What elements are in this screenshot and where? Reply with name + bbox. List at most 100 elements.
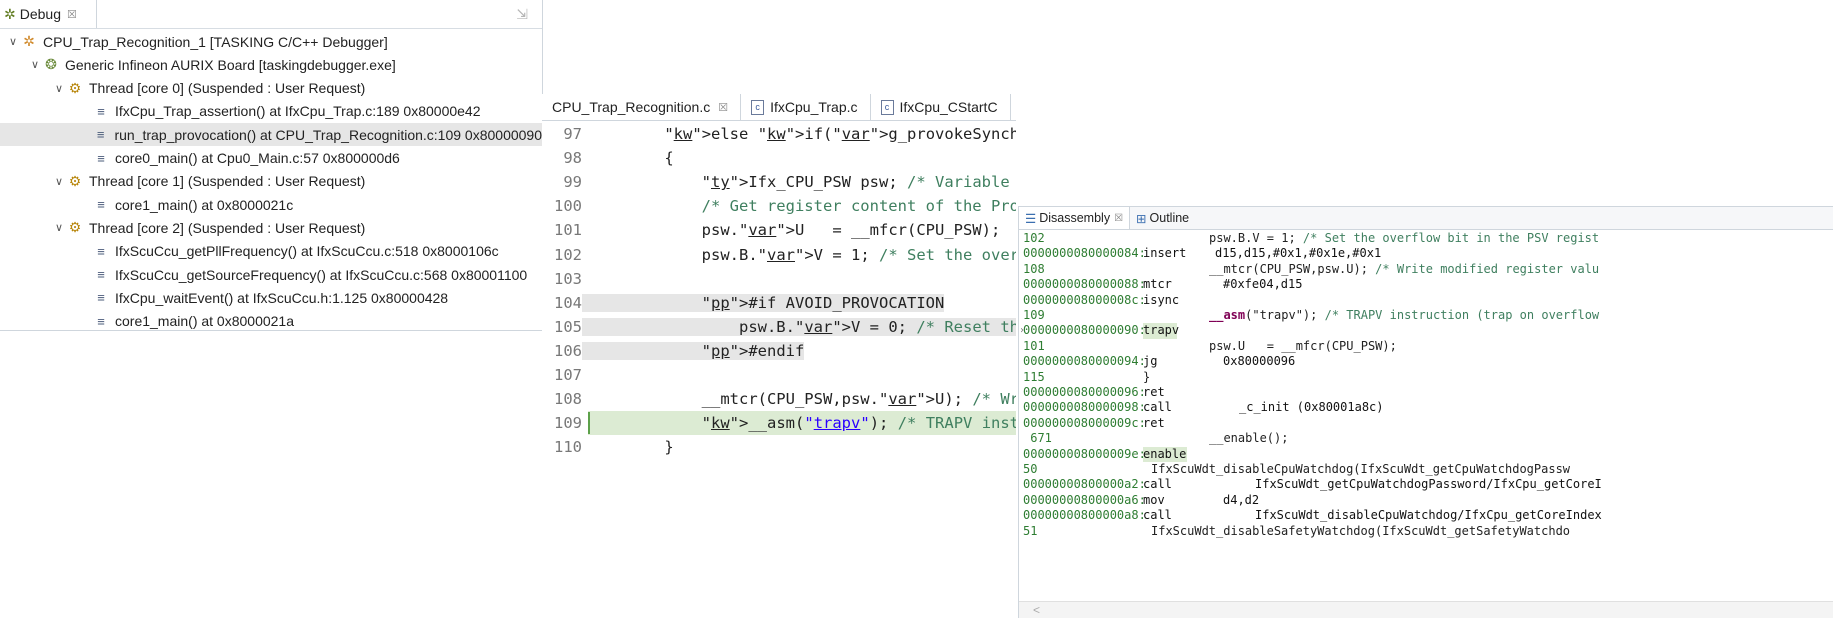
instruction-line[interactable]: 0000000080000094: jg 0x80000096 <box>1019 354 1833 369</box>
close-icon[interactable]: ☒ <box>67 8 77 21</box>
editor-tab[interactable]: c IfxCpu_CStartC <box>871 94 1011 120</box>
source-line[interactable]: 101 psw.U = __mfcr(CPU_PSW); <box>1019 339 1833 354</box>
tree-stack-frame[interactable]: ≡ IfxCpu_Trap_assertion() at IfxCpu_Trap.… <box>0 100 542 123</box>
expand-chevron-icon[interactable]: ∨ <box>52 221 66 234</box>
tree-stack-frame-label: core0_main() at Cpu0_Main.c:57 0x800000d… <box>115 150 400 166</box>
instruction-address: 0000000080000084: <box>1023 246 1146 261</box>
tree-thread[interactable]: ∨ ⚙ Thread [core 2] (Suspended : User Requ… <box>0 216 542 239</box>
tree-stack-frame-label: IfxCpu_waitEvent() at IfxScuCcu.h:1.125 … <box>115 289 449 306</box>
debug-tabbar: ✲ Debug ☒ ⇲ <box>0 0 542 29</box>
instruction-mnemonic: ret <box>1143 385 1165 399</box>
thread-icon: ⚙ <box>68 79 82 96</box>
source-line[interactable]: 671 __enable(); <box>1019 431 1833 446</box>
debug-tab-label: Debug <box>19 6 61 22</box>
source-line[interactable]: 102 psw.B.V = 1; /* Set the overflow bit … <box>1019 231 1833 246</box>
tree-stack-frame[interactable]: ≡ IfxScuCcu_getPllFrequency() at IfxScuCc… <box>0 240 542 263</box>
source-line[interactable]: 108 __mtcr(CPU_PSW,psw.U); /* Write modif… <box>1019 262 1833 277</box>
instruction-line[interactable]: 00000000800000a6: mov d4,d2 <box>1019 493 1833 508</box>
code-text: "ty">Ifx_CPU_PSW psw; /* Variable of the… <box>701 173 1010 192</box>
code-text: "pp">#if AVOID_PROVOCATION <box>582 293 945 312</box>
code-text: psw.B."var">V = 1; /* Set the overflow b… <box>627 245 1016 264</box>
instruction-mnemonic: trapv <box>1143 323 1180 338</box>
instruction-line[interactable]: 000000008000008c: isync <box>1019 293 1833 308</box>
instruction-line[interactable]: 000000008000009c: ret <box>1019 416 1833 431</box>
expand-chevron-icon[interactable]: ∨ <box>52 175 66 188</box>
scroll-left-icon[interactable]: < <box>1033 603 1040 617</box>
expand-chevron-icon[interactable]: ∨ <box>6 35 20 48</box>
instruction-line[interactable]: 00000000800000a8: call IfxScuWdt_disableCp… <box>1019 508 1833 523</box>
line-number: 110 <box>554 438 582 457</box>
source-line-number: 671 <box>1023 431 1052 446</box>
instruction-line[interactable]: 00000000800000a2: call IfxScuWdt_getCpuWat… <box>1019 477 1833 492</box>
editor-tab[interactable]: CPU_Trap_Recognition.c ☒ <box>542 94 742 120</box>
code-line: 108 __mtcr(CPU_PSW,psw."var">U); /* Writ… <box>542 387 1016 411</box>
code-line: 107 <box>542 363 1016 387</box>
tree-stack-frame[interactable]: ≡ run_trap_provocation() at CPU_Trap_Reco… <box>0 123 542 147</box>
tree-stack-frame-label: run_trap_provocation() at CPU_Trap_Recog… <box>114 126 542 143</box>
disassembly-view: ☰ Disassembly ☒ ⊞ Outline 102 psw.B.V = 1… <box>1018 206 1833 618</box>
tree-stack-frame-label: IfxScuCcu_getSourceFrequency() at IfxScu… <box>115 266 528 283</box>
instruction-operands: _c_init (0x80001a8c) <box>1239 400 1384 415</box>
line-number: 102 <box>554 245 582 264</box>
source-line[interactable]: 109 __asm("trapv"); /* TRAPV instruction … <box>1019 308 1833 323</box>
tree-board[interactable]: ∨ ❂ Generic Infineon AURIX Board [taskingd… <box>0 53 542 76</box>
line-number: 108 <box>554 390 582 409</box>
stack-frame-icon: ≡ <box>97 290 105 306</box>
tree-launch[interactable]: ∨ ✲ CPU_Trap_Recognition_1 [TASKING C/C++ … <box>0 30 542 53</box>
source-line[interactable]: 51 IfxScuWdt_disableSafetyWatchdog(IfxScu… <box>1019 524 1833 539</box>
code-line: 99 "ty">Ifx_CPU_PSW psw; /* Variable of … <box>542 170 1016 194</box>
close-icon[interactable]: ☒ <box>718 101 728 114</box>
stack-frame-icon: ≡ <box>97 197 105 213</box>
line-number: 98 <box>563 149 582 168</box>
expand-chevron-icon[interactable]: ∨ <box>52 82 66 95</box>
tree-thread[interactable]: ∨ ⚙ Thread [core 1] (Suspended : User Requ… <box>0 170 542 193</box>
tree-stack-frame-label: core1_main() at 0x8000021c <box>115 196 294 213</box>
tree-thread[interactable]: ∨ ⚙ Thread [core 0] (Suspended : User Requ… <box>0 77 542 100</box>
instruction-mnemonic: enable <box>1143 446 1187 461</box>
stack-frame-icon: ≡ <box>97 313 105 329</box>
instruction-address: 0000000080000094: <box>1023 354 1146 369</box>
thread-icon: ⚙ <box>68 219 82 236</box>
source-text: IfxScuWdt_disableCpuWatchdog(IfxScuWdt_g… <box>1151 462 1571 476</box>
instruction-line[interactable]: 0000000080000098: call _c_init (0x80001a8c… <box>1019 400 1833 415</box>
editor-tab[interactable]: c IfxCpu_Trap.c <box>741 94 871 120</box>
view-menu-icon[interactable]: ⇲ <box>516 6 528 23</box>
tab-outline[interactable]: ⊞ Outline <box>1130 207 1195 229</box>
instruction-mnemonic: isync <box>1143 292 1180 307</box>
source-line-number: 50 <box>1023 462 1038 476</box>
line-number: 104 <box>554 293 582 312</box>
source-line-number: 115 <box>1023 369 1045 384</box>
tree-thread-label: Thread [core 0] (Suspended : User Reques… <box>89 80 366 97</box>
source-line-number: 51 <box>1023 523 1038 538</box>
instruction-operands: d4,d2 <box>1223 492 1260 507</box>
expand-chevron-icon[interactable]: ∨ <box>28 58 42 71</box>
instruction-line[interactable]: › 0000000080000090: trapv <box>1019 323 1833 339</box>
line-number: 100 <box>554 197 582 216</box>
tree-stack-frame[interactable]: ≡ IfxCpu_waitEvent() at IfxScuCcu.h:1.125… <box>0 286 542 309</box>
close-icon[interactable]: ☒ <box>1114 213 1123 224</box>
instruction-line[interactable]: 0000000080000088: mtcr #0xfe04,d15 <box>1019 277 1833 292</box>
instruction-line[interactable]: 000000008000009e: enable <box>1019 446 1833 462</box>
code-text: psw."var">U = __mfcr(CPU_PSW); <box>627 221 1001 240</box>
debug-tab[interactable]: ✲ Debug ☒ <box>0 0 97 28</box>
source-line[interactable]: 115} <box>1019 370 1833 385</box>
code-text: "kw">__asm("trapv"); /* TRAPV instructio… <box>701 414 1016 433</box>
tab-disassembly[interactable]: ☰ Disassembly ☒ <box>1019 207 1131 229</box>
tree-stack-frame[interactable]: ≡ core1_main() at 0x8000021a <box>0 310 542 333</box>
instruction-address: 0000000080000088: <box>1023 277 1146 292</box>
instruction-address: 00000000800000a6: <box>1023 492 1146 507</box>
tree-stack-frame[interactable]: ≡ core1_main() at 0x8000021c <box>0 193 542 216</box>
tree-stack-frame[interactable]: ≡ core0_main() at Cpu0_Main.c:57 0x800000… <box>0 147 542 170</box>
instruction-line[interactable]: 0000000080000096: ret <box>1019 385 1833 400</box>
code-line: 98 { <box>542 146 1016 170</box>
tree-launch-label: CPU_Trap_Recognition_1 [TASKING C/C++ De… <box>43 33 388 50</box>
instruction-operands: #0xfe04,d15 <box>1223 277 1303 292</box>
tree-stack-frame[interactable]: ≡ IfxScuCcu_getSourceFrequency() at IfxSc… <box>0 263 542 286</box>
horizontal-scrollbar[interactable]: < <box>1019 601 1833 618</box>
source-line-number: 102 <box>1023 231 1045 245</box>
instruction-mnemonic: mtcr <box>1143 277 1172 292</box>
code-text: /* Get register content of the Prograr <box>701 197 1016 216</box>
instruction-operands: IfxScuWdt_disableCpuWatchdog/IfxCpu_getC… <box>1255 508 1602 523</box>
source-line[interactable]: 50 IfxScuWdt_disableCpuWatchdog(IfxScuWdt… <box>1019 462 1833 477</box>
instruction-line[interactable]: 0000000080000084: insert d15,d15,#0x1,#0x1… <box>1019 246 1833 261</box>
